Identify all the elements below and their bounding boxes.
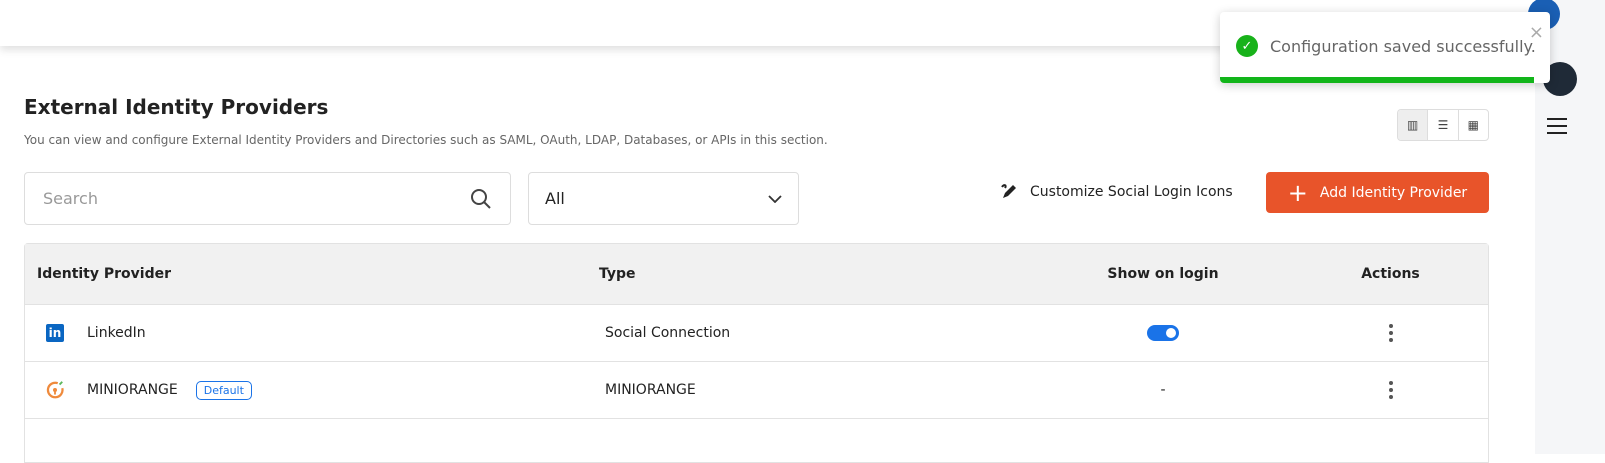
- col-show-on-login: Show on login: [1107, 266, 1219, 282]
- success-toast: ✓ Configuration saved successfully. ×: [1220, 12, 1550, 83]
- provider-type: MINIORANGE: [605, 382, 696, 398]
- provider-type: Social Connection: [605, 325, 731, 341]
- search-box: [24, 172, 511, 225]
- more-actions-icon[interactable]: [1388, 381, 1393, 399]
- customize-social-login-icons-button[interactable]: Customize Social Login Icons: [1000, 183, 1233, 201]
- pencil-icon: [1001, 184, 1016, 198]
- customize-label: Customize Social Login Icons: [1030, 184, 1233, 200]
- table-row[interactable]: in LinkedIn Social Connection: [25, 305, 1488, 362]
- close-icon[interactable]: ×: [1529, 22, 1544, 43]
- linkedin-icon: in: [45, 323, 65, 343]
- provider-name: MINIORANGE: [87, 382, 178, 398]
- add-label: Add Identity Provider: [1319, 184, 1468, 201]
- identity-providers-table: Identity Provider Type Show on login Act…: [24, 243, 1489, 463]
- default-badge: Default: [195, 380, 252, 400]
- table-view-icon[interactable]: ▥: [1398, 110, 1429, 140]
- miniorange-icon: [45, 380, 65, 400]
- table-row[interactable]: MINIORANGE Default MINIORANGE -: [25, 362, 1488, 419]
- list-view-icon[interactable]: ☰: [1428, 110, 1459, 140]
- toast-message: Configuration saved successfully.: [1270, 36, 1536, 56]
- toast-progress-bar: [1220, 77, 1534, 83]
- view-toggle: ▥ ☰ ▦: [1397, 109, 1489, 141]
- plus-icon: +: [1287, 178, 1308, 207]
- table-header: Identity Provider Type Show on login Act…: [25, 244, 1488, 305]
- provider-name: LinkedIn: [87, 325, 146, 341]
- col-actions: Actions: [1361, 266, 1420, 282]
- check-circle-icon: ✓: [1236, 35, 1258, 57]
- page-title: External Identity Providers: [24, 95, 329, 119]
- more-actions-icon[interactable]: [1388, 324, 1393, 342]
- show-on-login-toggle[interactable]: [1147, 325, 1179, 341]
- col-type: Type: [599, 266, 636, 282]
- menu-icon[interactable]: [1547, 118, 1567, 139]
- show-on-login-value: -: [1160, 382, 1166, 398]
- search-input[interactable]: [43, 189, 443, 208]
- page-subtitle: You can view and configure External Iden…: [24, 133, 828, 147]
- search-icon[interactable]: [470, 188, 492, 210]
- col-identity-provider: Identity Provider: [37, 266, 172, 282]
- chevron-down-icon: [768, 194, 782, 203]
- grid-view-icon[interactable]: ▦: [1459, 110, 1488, 140]
- add-identity-provider-button[interactable]: + Add Identity Provider: [1266, 172, 1489, 213]
- type-filter-select[interactable]: All: [528, 172, 799, 225]
- filter-value: All: [545, 189, 565, 208]
